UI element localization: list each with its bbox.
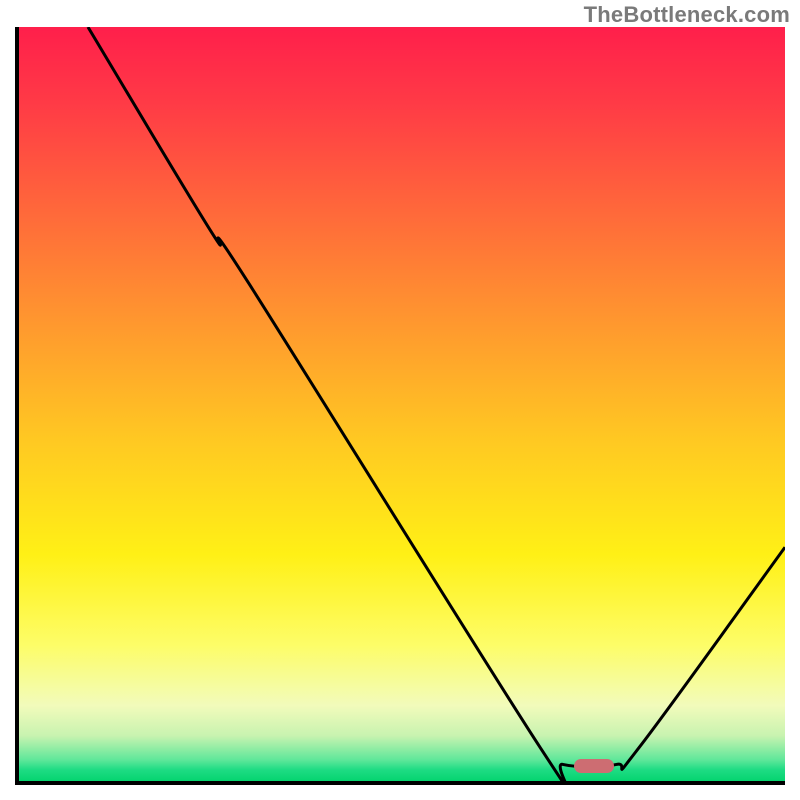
watermark-text: TheBottleneck.com bbox=[584, 2, 790, 28]
plot-area bbox=[15, 27, 785, 785]
chart-stage: TheBottleneck.com bbox=[0, 0, 800, 800]
bottleneck-curve bbox=[88, 27, 785, 781]
optimal-marker bbox=[574, 759, 614, 773]
curve-layer bbox=[19, 27, 785, 781]
